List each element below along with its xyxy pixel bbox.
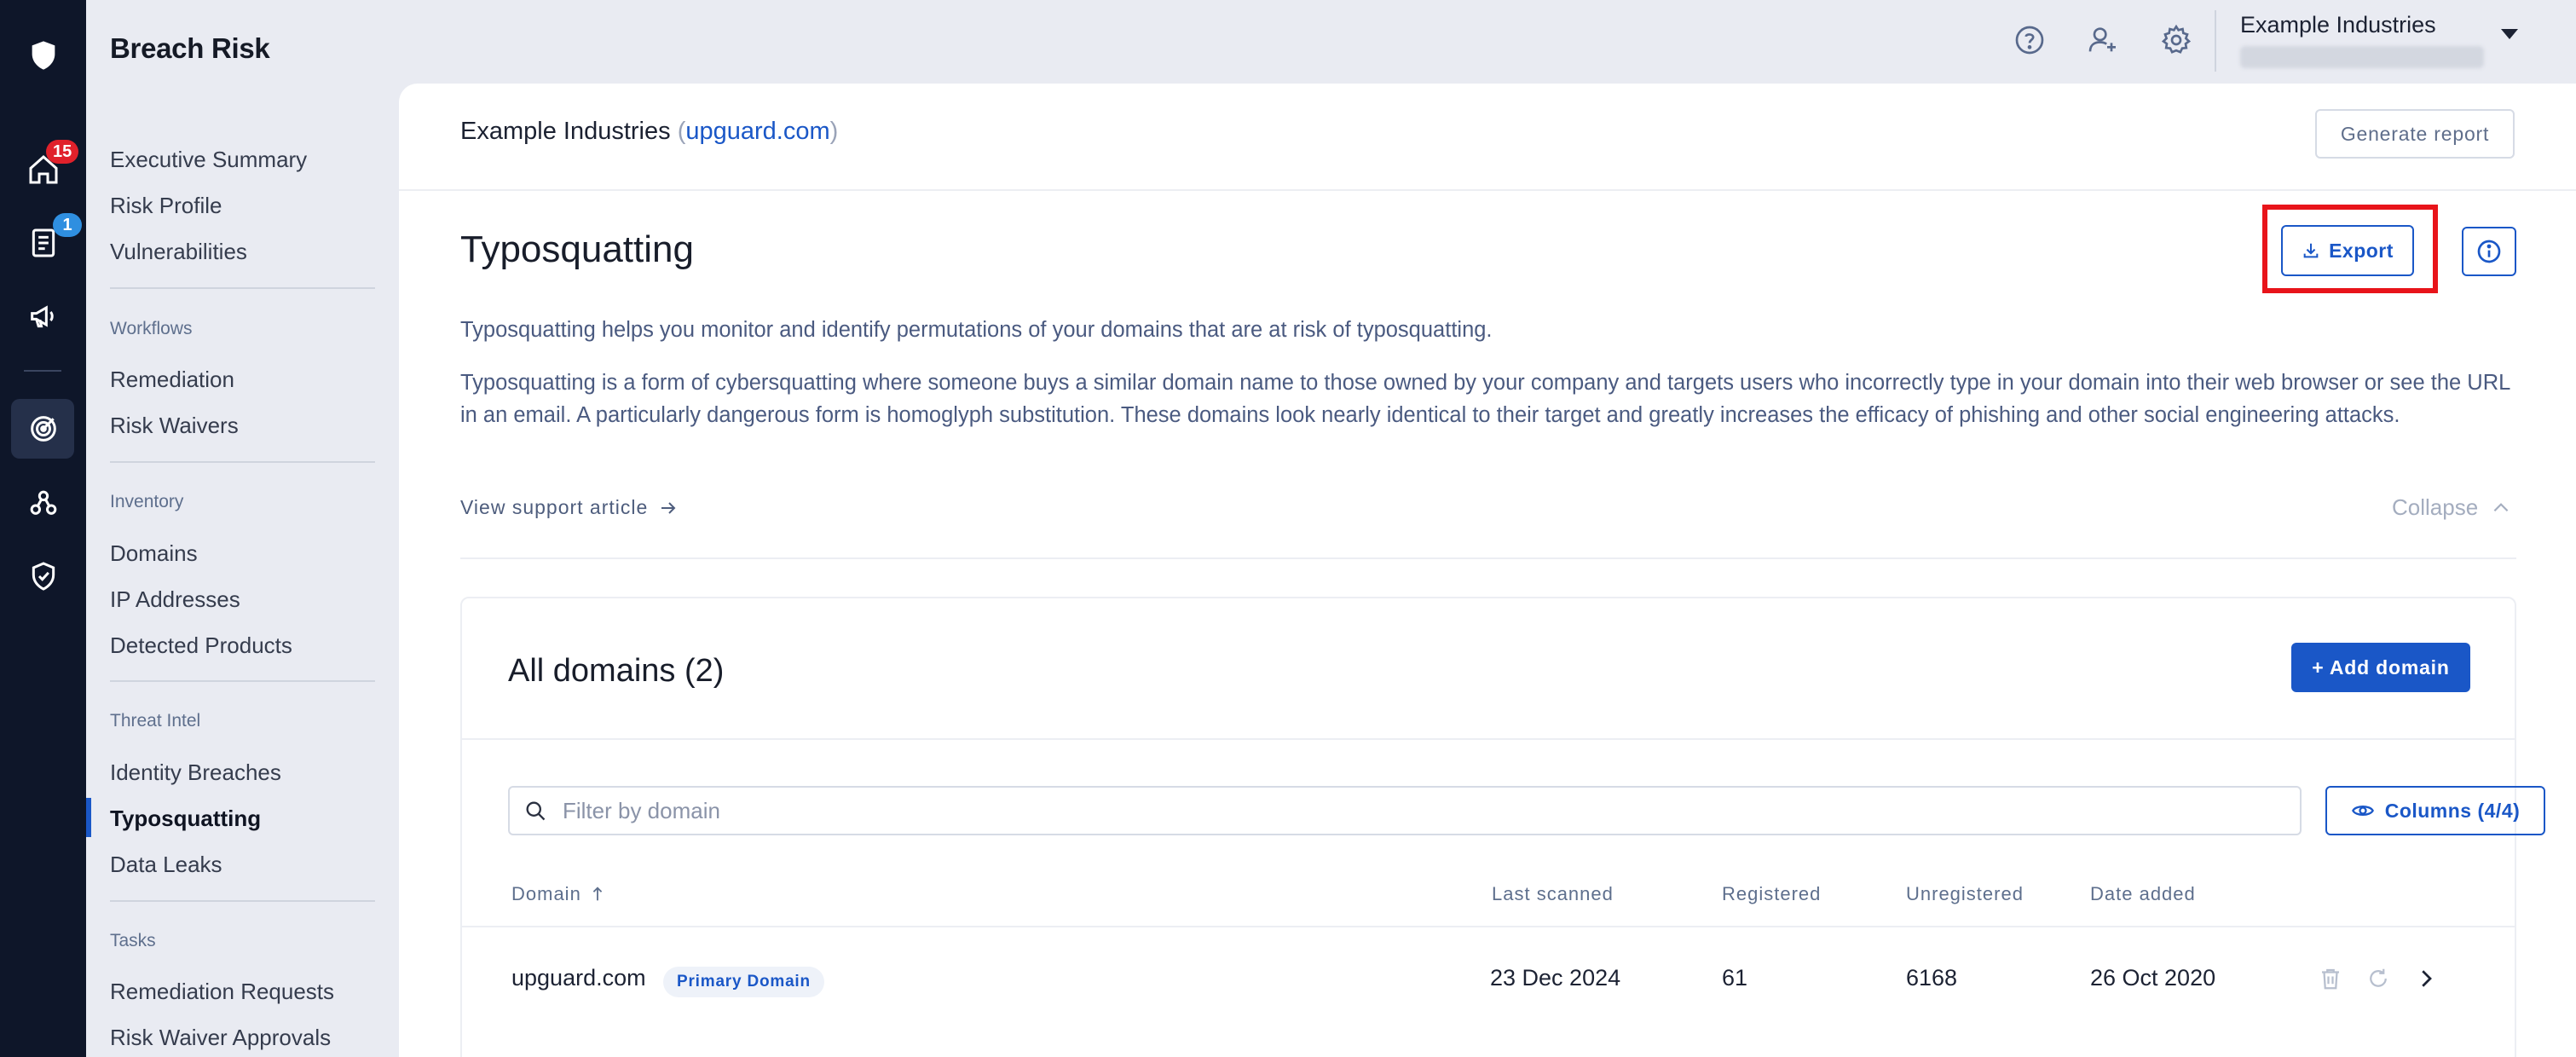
intro-text: Typosquatting helps you monitor and iden…: [460, 318, 1493, 342]
row-domain[interactable]: upguard.com: [511, 965, 646, 991]
add-domain-button[interactable]: + Add domain: [2291, 643, 2470, 692]
icon-rail: 15 1: [0, 0, 86, 1057]
column-header-registered[interactable]: Registered: [1722, 883, 1821, 905]
nav-item-domains[interactable]: Domains: [110, 540, 198, 567]
support-link-label: View support article: [460, 496, 649, 518]
megaphone-icon[interactable]: [0, 286, 86, 346]
breadcrumb-domain-link[interactable]: upguard.com: [685, 118, 829, 145]
nav-item-risk-waivers[interactable]: Risk Waivers: [110, 413, 239, 439]
nav-item-executive-summary[interactable]: Executive Summary: [110, 147, 307, 173]
search-icon: [526, 801, 546, 821]
column-header-date-added[interactable]: Date added: [2090, 883, 2196, 905]
card-title: All domains (2): [508, 653, 725, 689]
delete-icon[interactable]: [2315, 963, 2346, 994]
home-notification-badge: 15: [46, 140, 79, 164]
primary-domain-badge: Primary Domain: [663, 967, 824, 997]
nav-item-remediation-requests[interactable]: Remediation Requests: [110, 979, 334, 1005]
search-input[interactable]: [563, 797, 2182, 824]
search-box: [508, 786, 2302, 835]
page-title: Typosquatting: [460, 228, 694, 270]
main-panel: Example Industries (upguard.com) Generat…: [399, 84, 2576, 1057]
rescan-icon[interactable]: [2363, 963, 2394, 994]
info-icon: [2477, 240, 2501, 263]
breach-risk-icon[interactable]: [0, 399, 86, 459]
columns-button-label: Columns (4/4): [2384, 799, 2521, 822]
active-indicator: [86, 798, 91, 837]
nav-item-risk-waiver-approvals[interactable]: Risk Waiver Approvals: [110, 1025, 331, 1051]
chevron-right-icon[interactable]: [2411, 963, 2441, 994]
row-unregistered: 6168: [1906, 965, 1958, 991]
org-switcher-name[interactable]: Example Industries: [2240, 12, 2436, 38]
breadcrumb-org: Example Industries: [460, 118, 671, 145]
nav-item-risk-profile[interactable]: Risk Profile: [110, 193, 222, 219]
upguard-logo-icon[interactable]: [0, 26, 86, 85]
nav-group-threat-intel: Threat Intel: [110, 711, 201, 731]
column-header-last-scanned[interactable]: Last scanned: [1492, 883, 1614, 905]
sort-ascending-icon: [592, 887, 603, 901]
row-date-added: 26 Oct 2020: [2090, 965, 2216, 991]
generate-report-button[interactable]: Generate report: [2315, 109, 2515, 159]
app-title: Breach Risk: [110, 32, 270, 64]
add-user-icon[interactable]: [2082, 19, 2124, 61]
row-registered: 61: [1722, 965, 1748, 991]
column-header-unregistered[interactable]: Unregistered: [1906, 883, 2024, 905]
nav-item-remediation[interactable]: Remediation: [110, 367, 234, 393]
reports-notification-badge: 1: [53, 213, 82, 237]
arrow-right-icon: [661, 501, 676, 514]
column-header-domain[interactable]: Domain: [511, 883, 607, 905]
settings-icon[interactable]: [2155, 19, 2198, 61]
help-icon[interactable]: [2008, 19, 2051, 61]
nav-group-workflows: Workflows: [110, 319, 193, 338]
row-last-scanned: 23 Dec 2024: [1490, 965, 1621, 991]
breadcrumb: Example Industries (upguard.com): [460, 118, 839, 145]
view-support-article-link[interactable]: View support article: [460, 496, 679, 519]
eye-icon: [2351, 806, 2374, 816]
nav-item-vulnerabilities[interactable]: Vulnerabilities: [110, 239, 247, 265]
chevron-down-icon[interactable]: [2501, 29, 2518, 39]
export-highlight-box: [2262, 205, 2438, 293]
column-header-domain-label: Domain: [511, 883, 581, 904]
description-text: Typosquatting is a form of cybersquattin…: [460, 371, 2510, 427]
nav-item-data-leaks[interactable]: Data Leaks: [110, 852, 222, 878]
nav-item-typosquatting[interactable]: Typosquatting: [110, 806, 261, 832]
secondary-nav: Breach Risk Executive Summary Risk Profi…: [86, 0, 399, 1057]
user-email-redacted: [2240, 46, 2484, 68]
info-button[interactable]: [2462, 227, 2516, 276]
chevron-up-icon: [2493, 502, 2509, 511]
collapse-label: Collapse: [2392, 494, 2479, 520]
vendor-risk-icon[interactable]: [0, 474, 86, 534]
shield-check-icon[interactable]: [0, 546, 86, 606]
nav-group-inventory: Inventory: [110, 492, 184, 511]
nav-item-ip-addresses[interactable]: IP Addresses: [110, 586, 240, 613]
nav-item-identity-breaches[interactable]: Identity Breaches: [110, 760, 281, 786]
domains-card: All domains (2) + Add domain Columns (4/…: [460, 597, 2545, 1057]
nav-item-detected-products[interactable]: Detected Products: [110, 632, 292, 659]
nav-group-tasks: Tasks: [110, 931, 156, 950]
collapse-toggle[interactable]: Collapse: [2392, 494, 2512, 521]
columns-button[interactable]: Columns (4/4): [2325, 786, 2545, 835]
